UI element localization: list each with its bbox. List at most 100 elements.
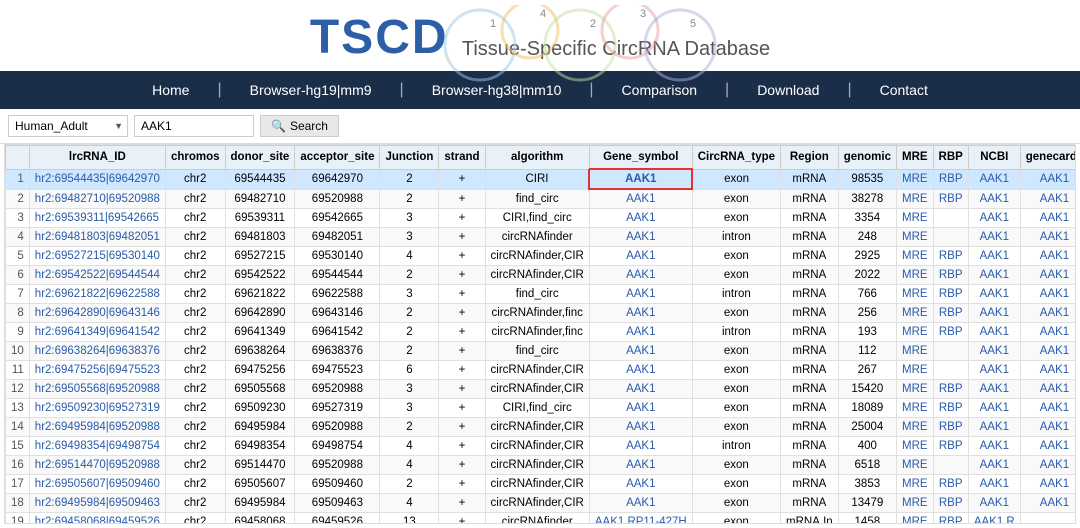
gene-cell[interactable]: AAK1: [589, 189, 692, 209]
genecards-cell[interactable]: AAK1: [1020, 189, 1076, 209]
nav-download[interactable]: Download: [729, 71, 847, 109]
rbp-cell[interactable]: RBP: [933, 247, 968, 266]
gene-cell[interactable]: AAK1: [589, 247, 692, 266]
mre-cell[interactable]: MRE: [896, 475, 933, 494]
lrna-id-cell[interactable]: hr2:69505568|69520988: [29, 380, 165, 399]
rbp-cell[interactable]: RBP: [933, 323, 968, 342]
nav-contact[interactable]: Contact: [852, 71, 956, 109]
rbp-cell[interactable]: RBP: [933, 399, 968, 418]
genecards-cell[interactable]: AAK1: [1020, 418, 1076, 437]
rbp-cell[interactable]: RBP: [933, 437, 968, 456]
genecards-cell[interactable]: AAK1: [1020, 266, 1076, 285]
ncbi-cell[interactable]: AAK1,R: [968, 513, 1020, 525]
mre-cell[interactable]: MRE: [896, 418, 933, 437]
gene-cell[interactable]: AAK1: [589, 323, 692, 342]
ncbi-cell[interactable]: AAK1: [968, 209, 1020, 228]
ncbi-cell[interactable]: AAK1: [968, 228, 1020, 247]
gene-cell[interactable]: AAK1: [589, 228, 692, 247]
ncbi-cell[interactable]: AAK1: [968, 323, 1020, 342]
rbp-cell[interactable]: RBP: [933, 189, 968, 209]
genecards-cell[interactable]: AAK1: [1020, 209, 1076, 228]
lrna-id-cell[interactable]: hr2:69542522|69544544: [29, 266, 165, 285]
lrna-id-cell[interactable]: hr2:69539311|69542665: [29, 209, 165, 228]
lrna-id-cell[interactable]: hr2:69495984|69509463: [29, 494, 165, 513]
mre-cell[interactable]: MRE: [896, 361, 933, 380]
nav-comparison[interactable]: Comparison: [594, 71, 725, 109]
mre-cell[interactable]: MRE: [896, 342, 933, 361]
mre-cell[interactable]: MRE: [896, 266, 933, 285]
genecards-cell[interactable]: AAK1: [1020, 169, 1076, 189]
rbp-cell[interactable]: RBP: [933, 285, 968, 304]
rbp-cell[interactable]: RBP: [933, 494, 968, 513]
gene-cell[interactable]: AAK1: [589, 418, 692, 437]
lrna-id-cell[interactable]: hr2:69458068|69459526: [29, 513, 165, 525]
gene-cell[interactable]: AAK1: [589, 456, 692, 475]
lrna-id-cell[interactable]: hr2:69495984|69520988: [29, 418, 165, 437]
mre-cell[interactable]: MRE: [896, 513, 933, 525]
gene-cell[interactable]: AAK1: [589, 399, 692, 418]
genecards-cell[interactable]: AAK1: [1020, 342, 1076, 361]
nav-home[interactable]: Home: [124, 71, 217, 109]
mre-cell[interactable]: MRE: [896, 494, 933, 513]
lrna-id-cell[interactable]: hr2:69641349|69641542: [29, 323, 165, 342]
ncbi-cell[interactable]: AAK1: [968, 342, 1020, 361]
lrna-id-cell[interactable]: hr2:69638264|69638376: [29, 342, 165, 361]
ncbi-cell[interactable]: AAK1: [968, 247, 1020, 266]
lrna-id-cell[interactable]: hr2:69505607|69509460: [29, 475, 165, 494]
genecards-cell[interactable]: AAK1: [1020, 494, 1076, 513]
mre-cell[interactable]: MRE: [896, 304, 933, 323]
genecards-cell[interactable]: AAK1: [1020, 323, 1076, 342]
mre-cell[interactable]: MRE: [896, 380, 933, 399]
genecards-cell[interactable]: AAK1: [1020, 399, 1076, 418]
gene-cell[interactable]: AAK1: [589, 304, 692, 323]
lrna-id-cell[interactable]: hr2:69621822|69622588: [29, 285, 165, 304]
nav-browser-hg19[interactable]: Browser-hg19|mm9: [222, 71, 400, 109]
gene-cell[interactable]: AAK1: [589, 380, 692, 399]
gene-cell[interactable]: AAK1: [589, 361, 692, 380]
rbp-cell[interactable]: RBP: [933, 418, 968, 437]
genecards-cell[interactable]: AAK1: [1020, 437, 1076, 456]
lrna-id-cell[interactable]: hr2:69481803|69482051: [29, 228, 165, 247]
ncbi-cell[interactable]: AAK1: [968, 418, 1020, 437]
gene-search-input[interactable]: [134, 115, 254, 137]
lrna-id-cell[interactable]: hr2:69482710|69520988: [29, 189, 165, 209]
ncbi-cell[interactable]: AAK1: [968, 475, 1020, 494]
ncbi-cell[interactable]: AAK1: [968, 494, 1020, 513]
mre-cell[interactable]: MRE: [896, 437, 933, 456]
gene-cell[interactable]: AAK1: [589, 475, 692, 494]
lrna-id-cell[interactable]: hr2:69642890|69643146: [29, 304, 165, 323]
genecards-cell[interactable]: AAK1: [1020, 475, 1076, 494]
rbp-cell[interactable]: RBP: [933, 475, 968, 494]
genecards-cell[interactable]: AAK1: [1020, 361, 1076, 380]
lrna-id-cell[interactable]: hr2:69527215|69530140: [29, 247, 165, 266]
mre-cell[interactable]: MRE: [896, 189, 933, 209]
tissue-select[interactable]: Human_Adult Human_Fetal Mouse_Adult Mous…: [8, 115, 128, 137]
mre-cell[interactable]: MRE: [896, 247, 933, 266]
lrna-id-cell[interactable]: hr2:69544435|69642970: [29, 169, 165, 189]
rbp-cell[interactable]: RBP: [933, 513, 968, 525]
genecards-cell[interactable]: AAK1: [1020, 228, 1076, 247]
ncbi-cell[interactable]: AAK1: [968, 169, 1020, 189]
gene-cell-highlighted[interactable]: AAK1: [589, 169, 692, 189]
ncbi-cell[interactable]: AAK1: [968, 304, 1020, 323]
ncbi-cell[interactable]: AAK1: [968, 189, 1020, 209]
gene-cell[interactable]: AAK1: [589, 285, 692, 304]
lrna-id-cell[interactable]: hr2:69475256|69475523: [29, 361, 165, 380]
genecards-cell[interactable]: AAK1: [1020, 247, 1076, 266]
genecards-cell[interactable]: AAK1: [1020, 285, 1076, 304]
genecards-cell[interactable]: AAK1: [1020, 304, 1076, 323]
mre-cell[interactable]: MRE: [896, 209, 933, 228]
lrna-id-cell[interactable]: hr2:69498354|69498754: [29, 437, 165, 456]
gene-cell[interactable]: AAK1,RP11-427H: [589, 513, 692, 525]
ncbi-cell[interactable]: AAK1: [968, 380, 1020, 399]
search-button[interactable]: 🔍 Search: [260, 115, 339, 137]
mre-cell[interactable]: MRE: [896, 456, 933, 475]
mre-cell[interactable]: MRE: [896, 399, 933, 418]
gene-cell[interactable]: AAK1: [589, 437, 692, 456]
lrna-id-cell[interactable]: hr2:69509230|69527319: [29, 399, 165, 418]
gene-cell[interactable]: AAK1: [589, 266, 692, 285]
ncbi-cell[interactable]: AAK1: [968, 456, 1020, 475]
gene-cell[interactable]: AAK1: [589, 209, 692, 228]
ncbi-cell[interactable]: AAK1: [968, 285, 1020, 304]
mre-cell[interactable]: MRE: [896, 169, 933, 189]
